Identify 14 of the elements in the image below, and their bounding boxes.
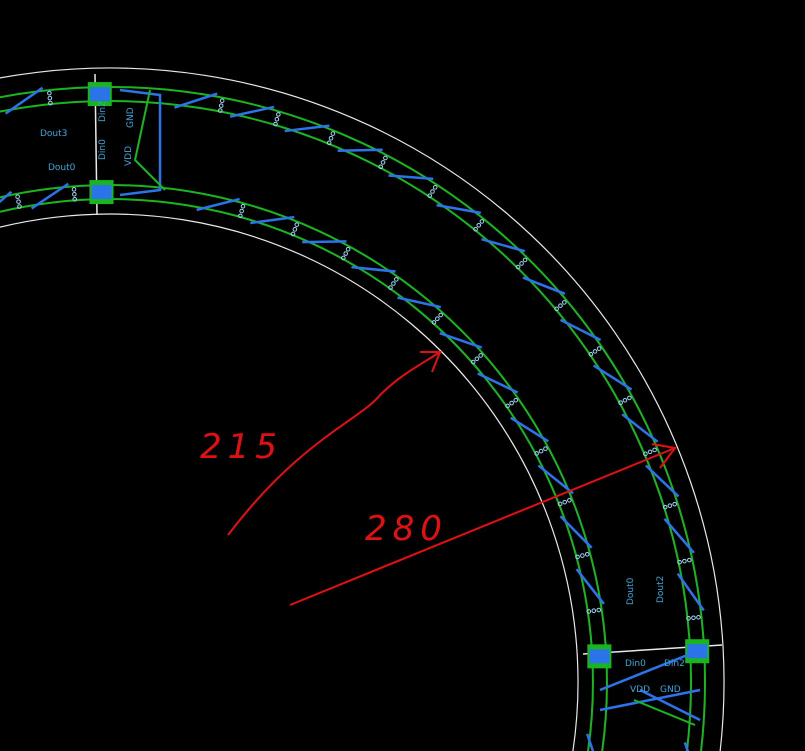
silkscreen-label: GND bbox=[126, 107, 136, 128]
silkscreen-label: Din0 bbox=[625, 659, 646, 669]
silkscreen-label: Din2 bbox=[664, 659, 685, 669]
silkscreen-label: VDD bbox=[124, 146, 134, 166]
dimension-label: 280 bbox=[365, 509, 448, 549]
silkscreen-label: Din2 bbox=[98, 101, 108, 122]
silkscreen-label: Dout2 bbox=[656, 576, 666, 603]
silkscreen-label: Dout3 bbox=[40, 129, 68, 139]
dimension-label: 215 bbox=[200, 427, 283, 467]
silkscreen-label: VDD bbox=[630, 685, 650, 695]
silkscreen-label: Dout0 bbox=[48, 163, 76, 173]
silkscreen-label: GND bbox=[660, 685, 681, 695]
silkscreen-label: Dout0 bbox=[626, 578, 636, 605]
silkscreen-label: Din0 bbox=[98, 139, 108, 160]
